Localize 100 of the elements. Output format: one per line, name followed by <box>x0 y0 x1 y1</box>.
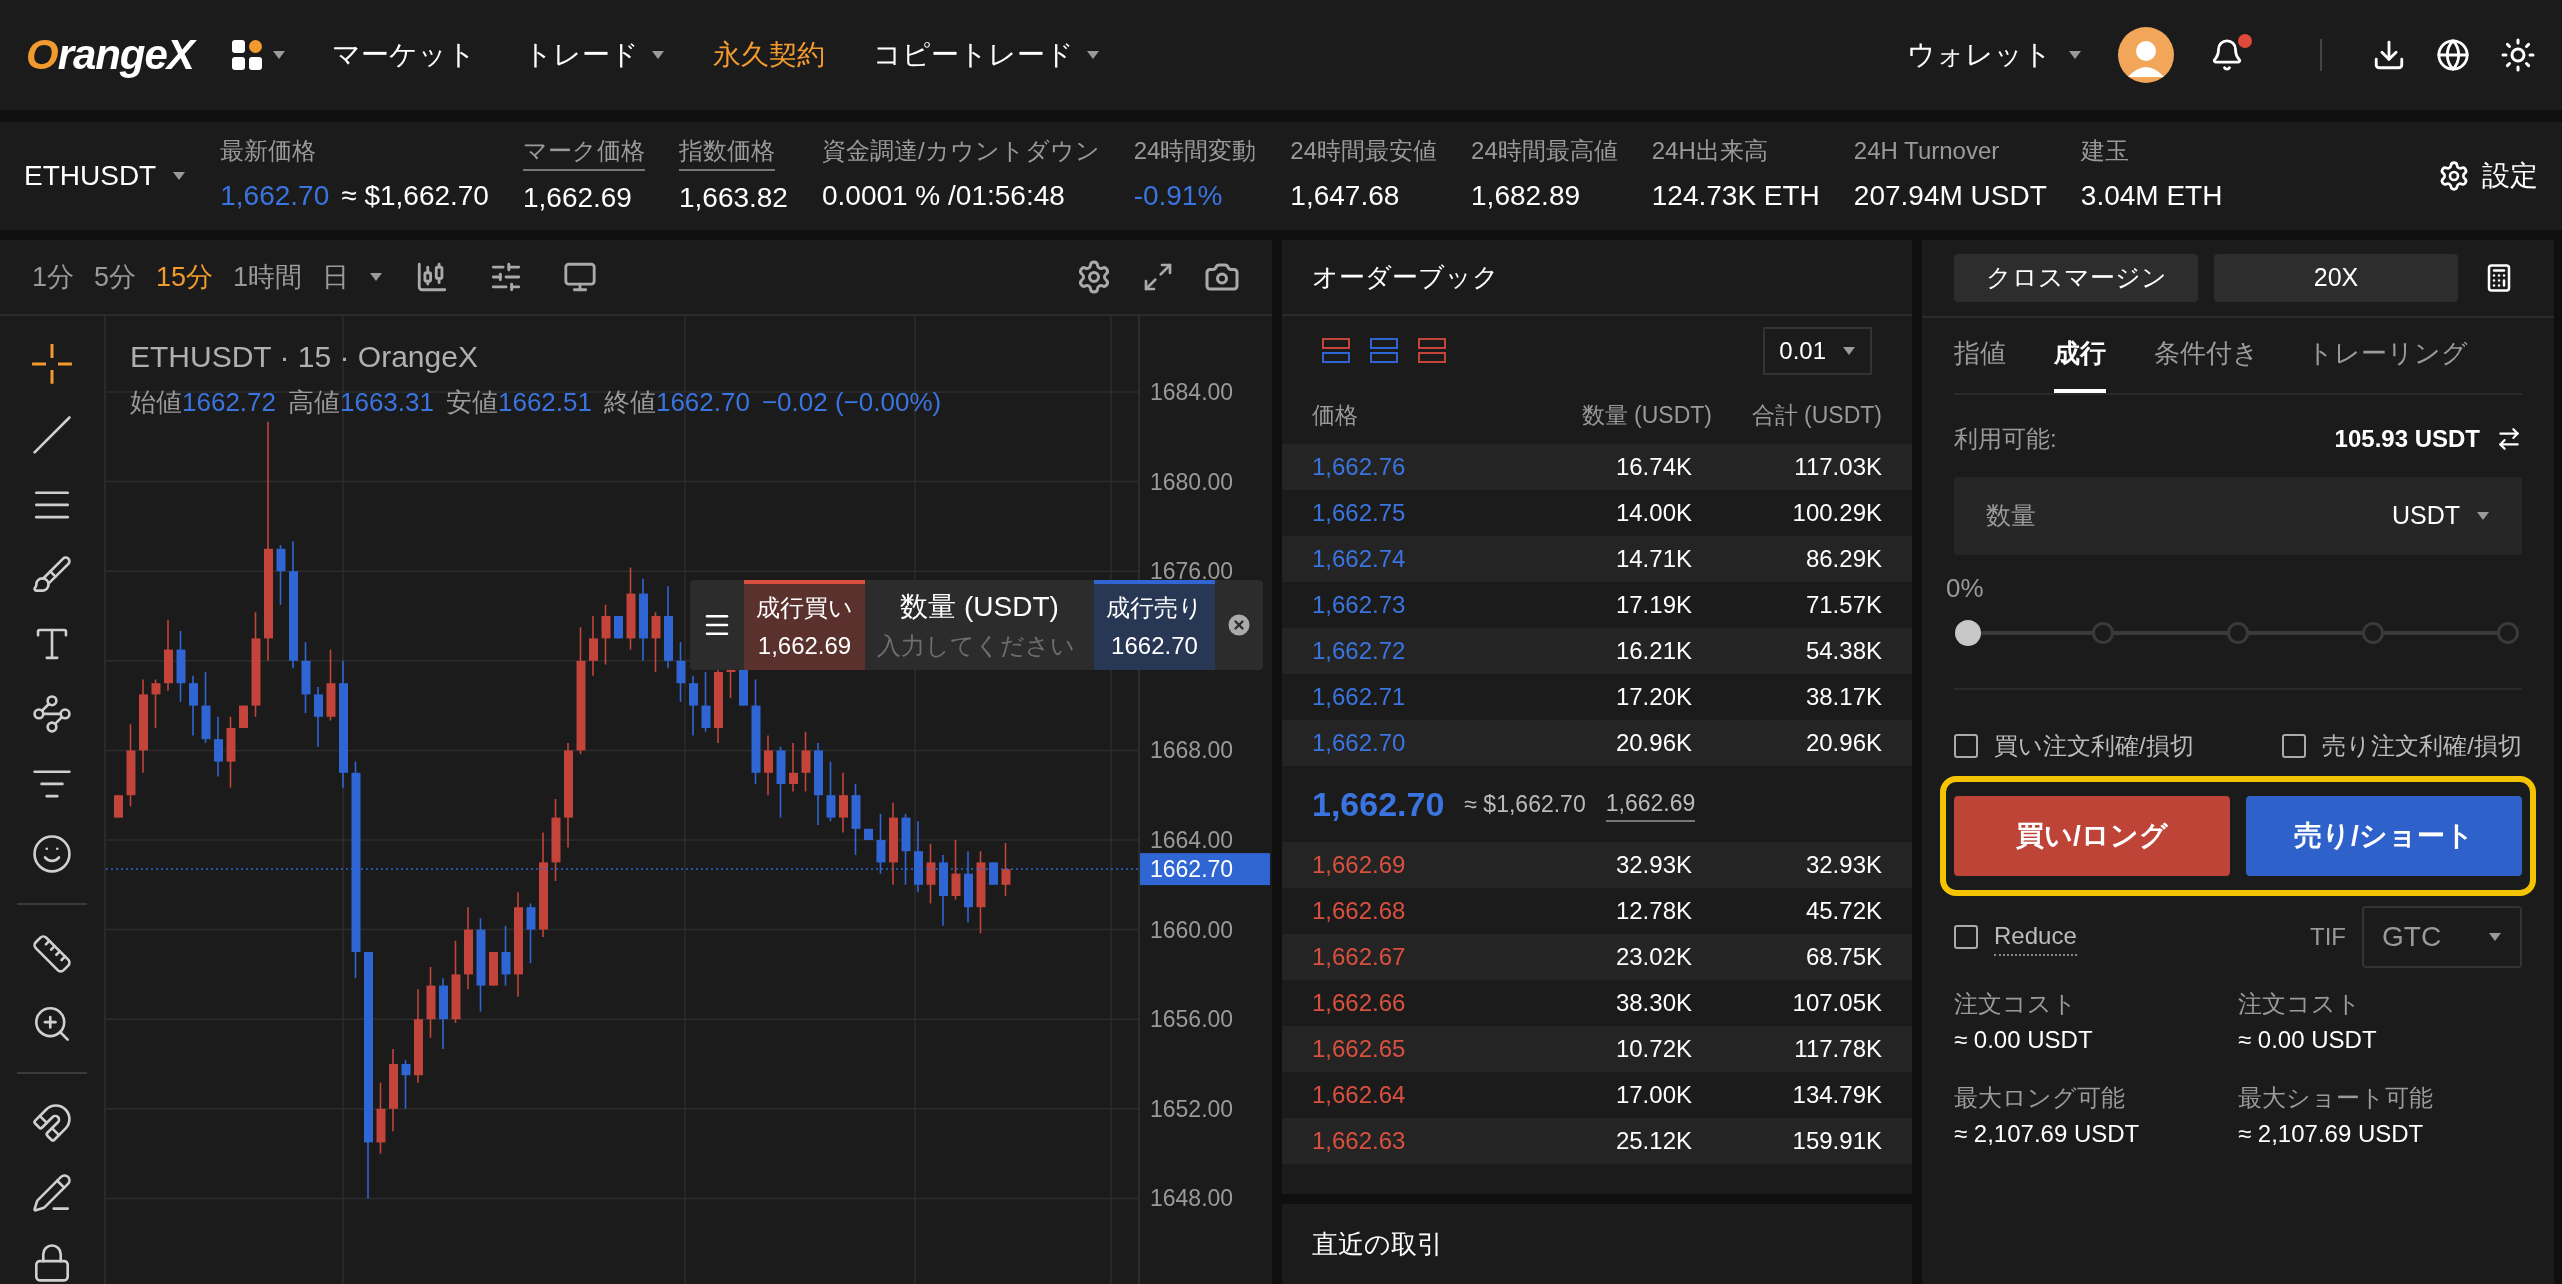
amount-label: 数量 (USDT) <box>900 590 1059 624</box>
order-type-tab[interactable]: トレーリング <box>2307 334 2468 393</box>
book-layout-icon[interactable] <box>1418 337 1446 365</box>
settings-icon[interactable] <box>2438 160 2470 192</box>
cost-label: 最大ショート可能 <box>2238 1083 2434 1113</box>
available-value: 105.93 USDT <box>2334 424 2480 454</box>
orderbook-row[interactable]: 1,662.68 12.78K 45.72K <box>1282 888 1912 934</box>
price-axis-label: 1648.00 <box>1150 1185 1234 1212</box>
caret-icon <box>1842 346 1856 356</box>
leverage-button[interactable]: 20X <box>2214 254 2458 302</box>
caret-icon <box>2068 50 2082 60</box>
percent-label: 0% <box>1946 572 1985 605</box>
orderbook-row[interactable]: 1,662.67 23.02K 68.75K <box>1282 934 1912 980</box>
ruler-icon[interactable] <box>31 932 73 975</box>
tif-label: TIF <box>2310 922 2346 952</box>
crosshair-icon[interactable] <box>30 342 74 386</box>
nav-link[interactable]: コピートレード <box>872 34 1074 76</box>
panel-title: 直近の取引 <box>1312 1227 1443 1261</box>
interval-tab[interactable]: 15分 <box>156 256 214 298</box>
notification-bell-icon[interactable] <box>2210 38 2244 72</box>
precision-select[interactable]: 0.01 <box>1763 327 1872 375</box>
order-type-tab[interactable]: 成行 <box>2054 334 2106 393</box>
wallet-menu[interactable]: ウォレット <box>1907 34 2052 76</box>
nav-link[interactable]: 永久契約 <box>712 34 825 76</box>
price-axis-label: 1680.00 <box>1150 468 1234 495</box>
order-type-tab[interactable]: 指値 <box>1954 334 2006 393</box>
orderbook-row[interactable]: 1,662.69 32.93K 32.93K <box>1282 842 1912 888</box>
nav-link[interactable]: トレード <box>523 34 639 76</box>
column-header: 合計 (USDT) <box>1750 400 1882 430</box>
checkbox-label[interactable]: 買い注文利確/損切 <box>1994 728 2194 764</box>
interval-tab[interactable]: 1時間 <box>233 256 303 298</box>
ohlc-value: 安値1662.51 <box>445 386 592 419</box>
orderbook-row[interactable]: 1,662.70 20.96K 20.96K <box>1282 720 1912 766</box>
book-layout-icon[interactable] <box>1370 337 1398 365</box>
pattern-icon[interactable] <box>31 693 73 736</box>
interval-tab[interactable]: 5分 <box>94 256 137 298</box>
symbol-selector[interactable]: ETHUSDT <box>24 155 157 197</box>
checkbox[interactable] <box>1954 734 1978 758</box>
margin-mode-button[interactable]: クロスマージン <box>1954 254 2198 302</box>
amount-input[interactable]: 入力してください <box>877 628 1082 664</box>
tif-select[interactable]: GTC <box>2362 906 2522 968</box>
settings-icon[interactable] <box>1076 259 1112 295</box>
amount-field[interactable]: 数量 USDT <box>1954 477 2522 555</box>
interval-tab[interactable]: 日 <box>322 256 350 298</box>
close-icon[interactable] <box>1225 611 1253 639</box>
panel-title: オーダーブック <box>1312 260 1499 294</box>
orderbook-row[interactable]: 1,662.72 16.21K 54.38K <box>1282 628 1912 674</box>
orderbook-row[interactable]: 1,662.76 16.74K 117.03K <box>1282 444 1912 490</box>
stat-value: 1,662.70 <box>220 179 330 213</box>
trend-line-icon[interactable] <box>31 413 73 456</box>
checkbox[interactable] <box>1954 925 1978 949</box>
sell-short-button[interactable]: 売り/ショート <box>2246 796 2522 876</box>
stat-label: 24H Turnover <box>1853 136 2001 166</box>
checkbox-label[interactable]: 売り注文利確/損切 <box>2322 728 2522 764</box>
transfer-icon[interactable] <box>2496 426 2522 452</box>
stat-label: 建玉 <box>2080 136 2130 166</box>
avatar-icon[interactable] <box>2118 27 2174 83</box>
magnet-icon[interactable] <box>31 1102 73 1145</box>
market-sell-button[interactable]: 成行売り 1662.70 <box>1094 580 1215 670</box>
stat-label: 最新価格 <box>220 136 318 166</box>
stat-value: 1,663.82 <box>678 181 788 215</box>
language-globe-icon[interactable] <box>2436 38 2470 72</box>
apps-grid-icon[interactable] <box>229 38 264 72</box>
theme-sun-icon[interactable] <box>2500 37 2536 73</box>
column-header: 数量 (USDT) <box>1580 400 1712 430</box>
orderbook-row[interactable]: 1,662.73 17.19K 71.57K <box>1282 582 1912 628</box>
interval-tab[interactable]: 1分 <box>32 256 75 298</box>
caret-icon <box>2476 511 2490 521</box>
orderbook-row[interactable]: 1,662.64 17.00K 134.79K <box>1282 1072 1912 1118</box>
orderbook-row[interactable]: 1,662.65 10.72K 117.78K <box>1282 1026 1912 1072</box>
price-axis-label: 1668.00 <box>1150 737 1234 764</box>
cost-label: 注文コスト <box>2238 989 2362 1019</box>
stat-label: 24時間変動 <box>1133 136 1257 166</box>
nav-link[interactable]: マーケット <box>331 34 476 76</box>
orderbook-row[interactable]: 1,662.71 17.20K 38.17K <box>1282 674 1912 720</box>
smiley-icon[interactable] <box>31 832 73 875</box>
cost-value: ≈ 0.00 USDT <box>1954 1025 2094 1055</box>
book-layout-icon[interactable] <box>1322 337 1350 365</box>
caret-icon <box>369 272 384 282</box>
orderbook-row[interactable]: 1,662.63 25.12K 159.91K <box>1282 1118 1912 1164</box>
mid-price: 1,662.70 <box>1312 783 1445 825</box>
buy-long-button[interactable]: 買い/ロング <box>1954 796 2230 876</box>
market-buy-button[interactable]: 成行買い 1,662.69 <box>744 580 865 670</box>
settings-link[interactable]: 設定 <box>2482 155 2538 197</box>
fullscreen-icon[interactable] <box>1142 261 1174 293</box>
stat-value: 1,682.89 <box>1471 179 1581 213</box>
reduce-label[interactable]: Reduce <box>1994 918 2077 956</box>
order-type-tab[interactable]: 条件付き <box>2154 334 2259 393</box>
slider-thumb[interactable] <box>1955 620 1981 646</box>
orderbook-row[interactable]: 1,662.66 38.30K 107.05K <box>1282 980 1912 1026</box>
price-axis-label: 1652.00 <box>1150 1095 1234 1122</box>
ohlc-value: 高値1663.31 <box>288 386 434 419</box>
download-icon[interactable] <box>2372 38 2406 72</box>
change-value: −0.02 (−0.00%) <box>761 386 942 419</box>
ohlc-value: 終値1662.70 <box>603 386 750 419</box>
checkbox[interactable] <box>2282 734 2307 758</box>
mid-price-usd: ≈ $1,662.70 <box>1464 789 1586 819</box>
orderbook-row[interactable]: 1,662.74 14.71K 86.29K <box>1282 536 1912 582</box>
price-axis-label: 1660.00 <box>1150 916 1234 943</box>
orderbook-row[interactable]: 1,662.75 14.00K 100.29K <box>1282 490 1912 536</box>
